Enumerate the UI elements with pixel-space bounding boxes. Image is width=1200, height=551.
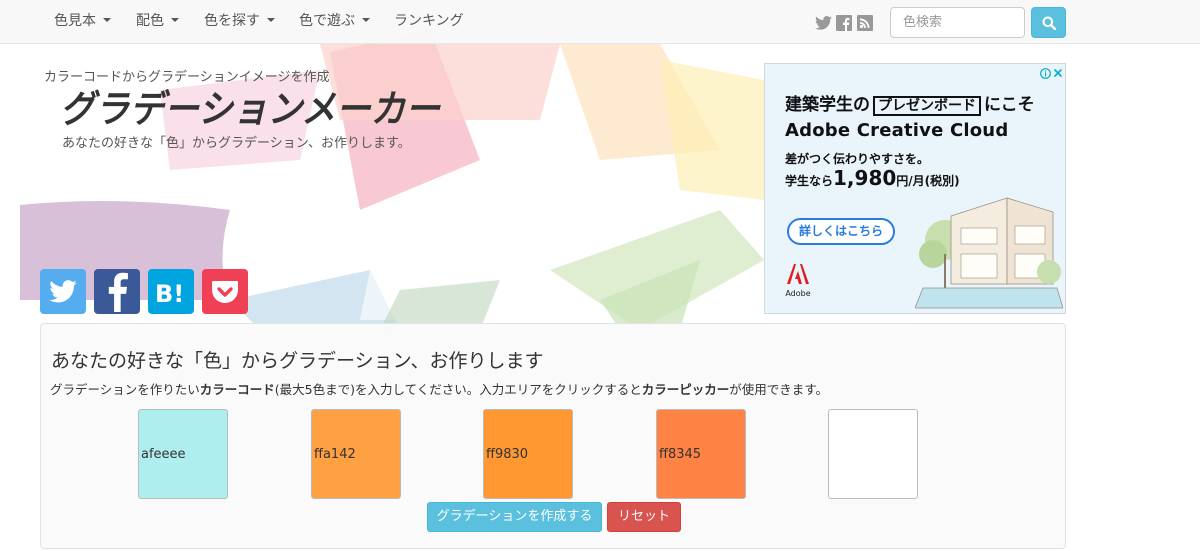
instructions-emphasis: カラーピッカー	[641, 382, 730, 397]
gradient-form-panel: あなたの好きな「色」からグラデーション、お作りします グラデーションを作りたいカ…	[40, 323, 1066, 549]
ad-headline: 建築学生の プレゼンボード にこそ	[785, 90, 1035, 116]
facebook-icon[interactable]	[835, 14, 853, 32]
caret-down-icon	[267, 18, 275, 22]
share-pocket-button[interactable]	[202, 269, 248, 314]
logo-text: グラデーションメーカー	[60, 87, 441, 128]
site-subtitle: あなたの好きな「色」からグラデーション、お作りします。	[62, 136, 411, 151]
twitter-icon[interactable]	[814, 14, 832, 32]
instructions-text: グラデーションを作りたい	[50, 382, 200, 397]
nav-label: 配色	[136, 13, 164, 29]
svg-text:B!: B!	[155, 280, 184, 306]
adobe-logo-label: Adobe	[785, 289, 811, 298]
adobe-logo-icon	[787, 264, 809, 284]
search-icon	[1042, 16, 1056, 30]
hatena-bookmark-icon: B!	[155, 280, 184, 306]
advertisement-banner[interactable]: 建築学生の プレゼンボード にこそ Adobe Creative Cloud 差がつ…	[764, 63, 1066, 314]
site-tagline: カラーコードからグラデーションイメージを作成	[44, 70, 330, 85]
ad-headline-part: にこそ	[984, 95, 1035, 115]
top-navbar: 色見本 配色 色を探す 色で遊ぶ ランキング	[0, 0, 1200, 44]
instructions-text: (最大5色まで)を入力してください。入力エリアをクリックすると	[274, 382, 642, 397]
nav-item-color-samples[interactable]: 色見本	[54, 0, 111, 44]
color-input-3[interactable]: ff9830	[483, 409, 573, 499]
panel-instructions: グラデーションを作りたいカラーコード(最大5色まで)を入力してください。入力エリ…	[50, 379, 828, 398]
nav-label: 色で遊ぶ	[299, 13, 355, 29]
caret-down-icon	[103, 18, 111, 22]
color-input-value: afeeee	[141, 446, 186, 462]
rss-icon[interactable]	[856, 14, 874, 32]
caret-down-icon	[362, 18, 370, 22]
ad-price-prefix: 学生なら	[785, 174, 834, 188]
share-facebook-button[interactable]	[94, 269, 140, 314]
ad-price-value: 1,980	[833, 166, 897, 190]
ad-product-name: Adobe Creative Cloud	[785, 120, 1009, 141]
adchoices-icon[interactable]	[1039, 66, 1063, 80]
color-input-1[interactable]: afeeee	[138, 409, 228, 499]
share-twitter-button[interactable]	[40, 269, 86, 314]
color-input-2[interactable]: ffa142	[311, 409, 401, 499]
color-input-value: ffa142	[314, 446, 356, 462]
search-button[interactable]	[1031, 7, 1066, 38]
ad-copy: 差がつく伝わりやすさを。	[785, 152, 930, 166]
ad-headline-part: 建築学生の	[785, 95, 870, 115]
nav-label: ランキング	[394, 13, 464, 29]
color-search-input[interactable]	[890, 7, 1025, 38]
panel-title: あなたの好きな「色」からグラデーション、お作りします	[51, 350, 544, 372]
house-illustration-icon	[915, 197, 1063, 309]
nav-item-find-color[interactable]: 色を探す	[204, 0, 275, 44]
instructions-emphasis: カラーコード	[199, 382, 275, 397]
nav-item-color-scheme[interactable]: 配色	[136, 0, 179, 44]
nav-item-ranking[interactable]: ランキング	[394, 0, 464, 44]
pocket-icon	[212, 280, 238, 303]
nav-label: 色を探す	[204, 13, 260, 29]
nav-label: 色見本	[54, 13, 96, 29]
site-logo[interactable]: グラデーションメーカー	[60, 86, 450, 132]
ad-cta-button[interactable]: 詳しくはこちら	[787, 218, 895, 245]
color-input-4[interactable]: ff8345	[656, 409, 746, 499]
facebook-icon	[108, 272, 128, 312]
caret-down-icon	[171, 18, 179, 22]
instructions-text: が使用できます。	[729, 382, 829, 397]
color-input-value: ff8345	[659, 446, 702, 462]
color-input-value: ff9830	[486, 446, 529, 462]
color-input-5[interactable]	[828, 409, 918, 499]
adobe-logo: Adobe	[785, 264, 811, 298]
create-gradient-button[interactable]: グラデーションを作成する	[427, 502, 602, 532]
nav-item-play-with-color[interactable]: 色で遊ぶ	[299, 0, 370, 44]
share-hatena-button[interactable]: B!	[148, 269, 194, 314]
reset-button[interactable]: リセット	[607, 502, 681, 532]
twitter-icon	[49, 280, 77, 303]
ad-headline-boxed: プレゼンボード	[873, 96, 981, 116]
